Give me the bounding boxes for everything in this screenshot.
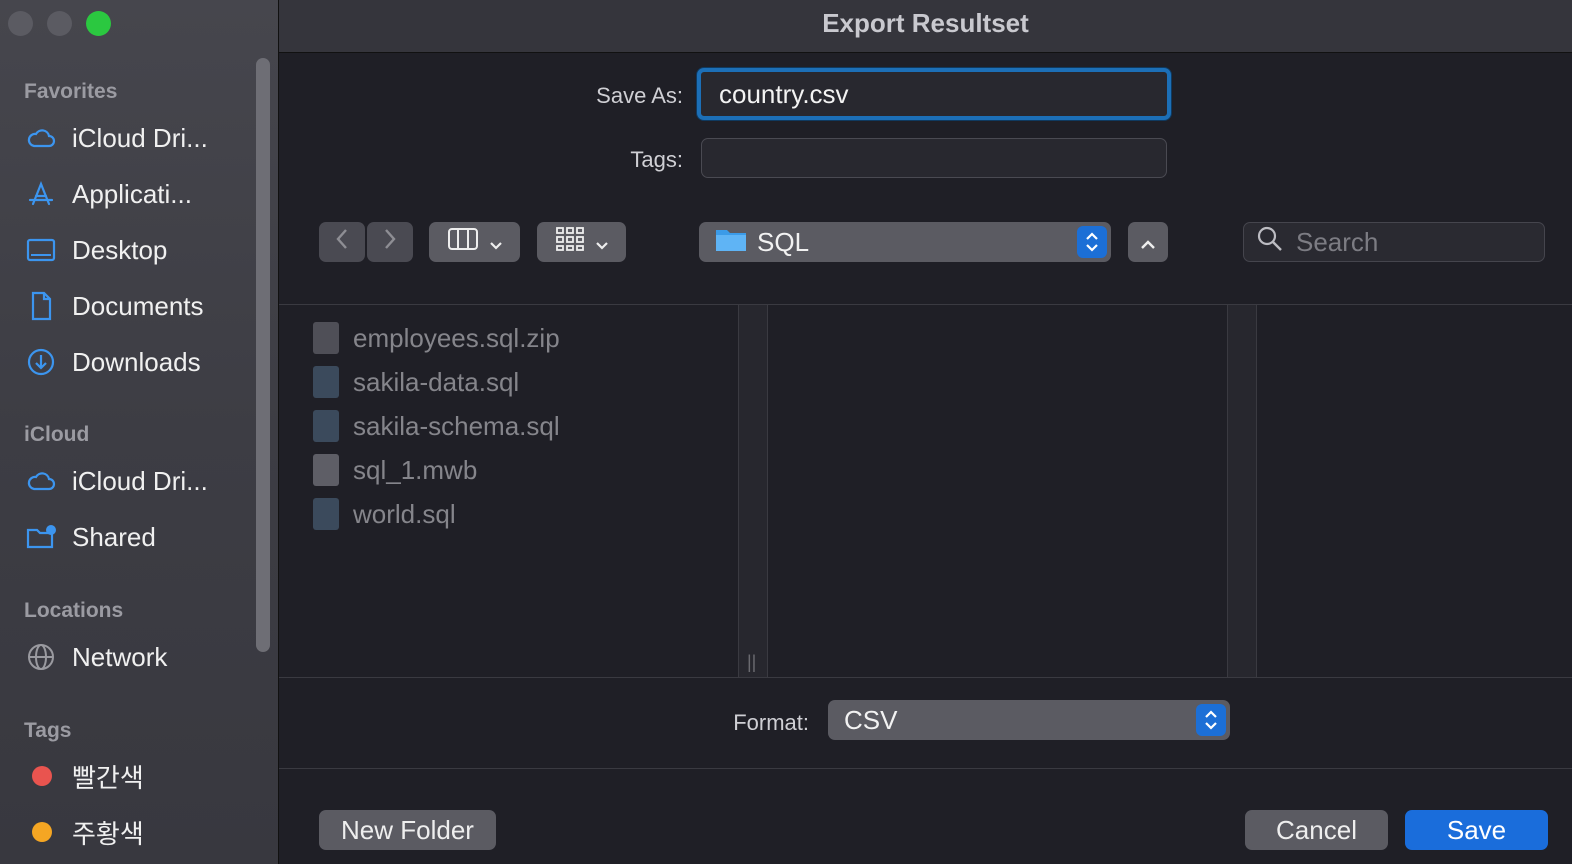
title-bar: Export Resultset (279, 0, 1572, 53)
column-divider[interactable] (1227, 305, 1257, 677)
sidebar-item-applications[interactable]: Applicati... (24, 174, 244, 214)
chevron-up-icon (1140, 227, 1156, 258)
save-as-label: Save As: (596, 83, 683, 108)
sidebar-item-label: Network (72, 641, 168, 672)
expand-collapse-button[interactable] (1128, 222, 1168, 262)
sidebar-section-tags: Tags (24, 719, 72, 742)
sidebar-item-tag-orange[interactable]: 주황색 (24, 812, 244, 852)
file-name: world.sql (353, 498, 456, 529)
file-row[interactable]: sakila-data.sql (313, 362, 519, 402)
file-row[interactable]: employees.sql.zip (313, 318, 560, 358)
sidebar-item-label: iCloud Dri... (72, 465, 208, 496)
sidebar-scrollbar[interactable] (256, 58, 270, 652)
shared-folder-icon (24, 520, 58, 554)
sql-file-icon (313, 366, 339, 398)
chevron-right-icon (382, 227, 398, 258)
sql-file-icon (313, 410, 339, 442)
forward-button[interactable] (367, 222, 413, 262)
sidebar-item-shared[interactable]: Shared (24, 517, 244, 557)
applications-icon (24, 177, 58, 211)
cloud-icon (24, 464, 58, 498)
sidebar-item-label: Desktop (72, 234, 168, 265)
save-button[interactable]: Save (1405, 810, 1548, 850)
save-panel: Export Resultset Save As: country.csv Ta… (279, 0, 1572, 864)
format-popup[interactable]: CSV (828, 700, 1230, 740)
file-name: employees.sql.zip (353, 322, 560, 353)
location-label: SQL (757, 226, 810, 257)
cancel-button[interactable]: Cancel (1245, 810, 1388, 850)
sidebar-item-label: Documents (72, 290, 204, 321)
format-label: Format: (733, 710, 809, 735)
sidebar-item-documents[interactable]: Documents (24, 286, 244, 326)
grid-view-icon (555, 226, 585, 259)
stepper-icon (1077, 226, 1107, 258)
toolbar-divider (279, 304, 1572, 305)
download-icon (24, 345, 58, 379)
chevron-down-icon (489, 227, 503, 258)
red-tag-dot (32, 766, 52, 786)
browser-divider (279, 677, 1572, 678)
zoom-window-button[interactable] (86, 11, 111, 36)
sidebar-item-label: Downloads (72, 346, 201, 377)
view-mode-button[interactable] (429, 222, 520, 262)
sidebar: Favorites iCloud Dri... Applicati... Des… (0, 0, 279, 864)
tags-label: Tags: (630, 147, 683, 172)
folder-icon (715, 226, 747, 259)
location-popup[interactable]: SQL (699, 222, 1111, 262)
sidebar-item-icloud-drive-2[interactable]: iCloud Dri... (24, 461, 244, 501)
sidebar-section-locations: Locations (24, 599, 124, 622)
file-name: sakila-schema.sql (353, 410, 560, 441)
tags-input[interactable] (701, 138, 1167, 178)
document-icon (24, 289, 58, 323)
sql-file-icon (313, 498, 339, 530)
window-title: Export Resultset (822, 8, 1029, 38)
file-name: sql_1.mwb (353, 454, 478, 485)
search-icon (1256, 225, 1284, 260)
column-divider[interactable] (738, 305, 768, 677)
sidebar-item-label: iCloud Dri... (72, 122, 208, 153)
minimize-window-button[interactable] (47, 11, 72, 36)
column-resize-handle[interactable]: || (747, 652, 756, 673)
file-row[interactable]: sakila-schema.sql (313, 406, 560, 446)
sidebar-section-favorites: Favorites (24, 80, 118, 103)
cloud-icon (24, 121, 58, 155)
file-name: sakila-data.sql (353, 366, 520, 397)
chevron-left-icon (334, 227, 350, 258)
sidebar-item-desktop[interactable]: Desktop (24, 230, 244, 270)
format-value: CSV (844, 704, 898, 735)
sidebar-item-label: 빨간색 (72, 762, 144, 793)
file-row[interactable]: sql_1.mwb (313, 450, 477, 490)
format-divider (279, 768, 1572, 769)
sidebar-item-downloads[interactable]: Downloads (24, 342, 244, 382)
sidebar-item-icloud-drive[interactable]: iCloud Dri... (24, 118, 244, 158)
globe-icon (24, 640, 58, 674)
sidebar-item-tag-red[interactable]: 빨간색 (24, 756, 244, 796)
chevron-down-icon (595, 227, 609, 258)
group-by-button[interactable] (537, 222, 626, 262)
window-controls (8, 11, 111, 36)
zip-file-icon (313, 322, 339, 354)
sidebar-item-label: Shared (72, 521, 156, 552)
desktop-icon (24, 233, 58, 267)
search-placeholder: Search (1296, 226, 1379, 257)
sidebar-section-icloud: iCloud (24, 423, 90, 446)
save-as-input[interactable]: country.csv (697, 68, 1171, 120)
sidebar-item-label: Applicati... (72, 178, 192, 209)
close-window-button[interactable] (8, 11, 33, 36)
mwb-file-icon (313, 454, 339, 486)
sidebar-item-label: 주황색 (72, 818, 144, 849)
sidebar-item-network[interactable]: Network (24, 637, 244, 677)
back-button[interactable] (319, 222, 365, 262)
new-folder-button[interactable]: New Folder (319, 810, 496, 850)
columns-view-icon (447, 227, 479, 258)
file-row[interactable]: world.sql (313, 494, 456, 534)
orange-tag-dot (32, 822, 52, 842)
search-field[interactable]: Search (1243, 222, 1545, 262)
stepper-icon (1196, 704, 1226, 736)
